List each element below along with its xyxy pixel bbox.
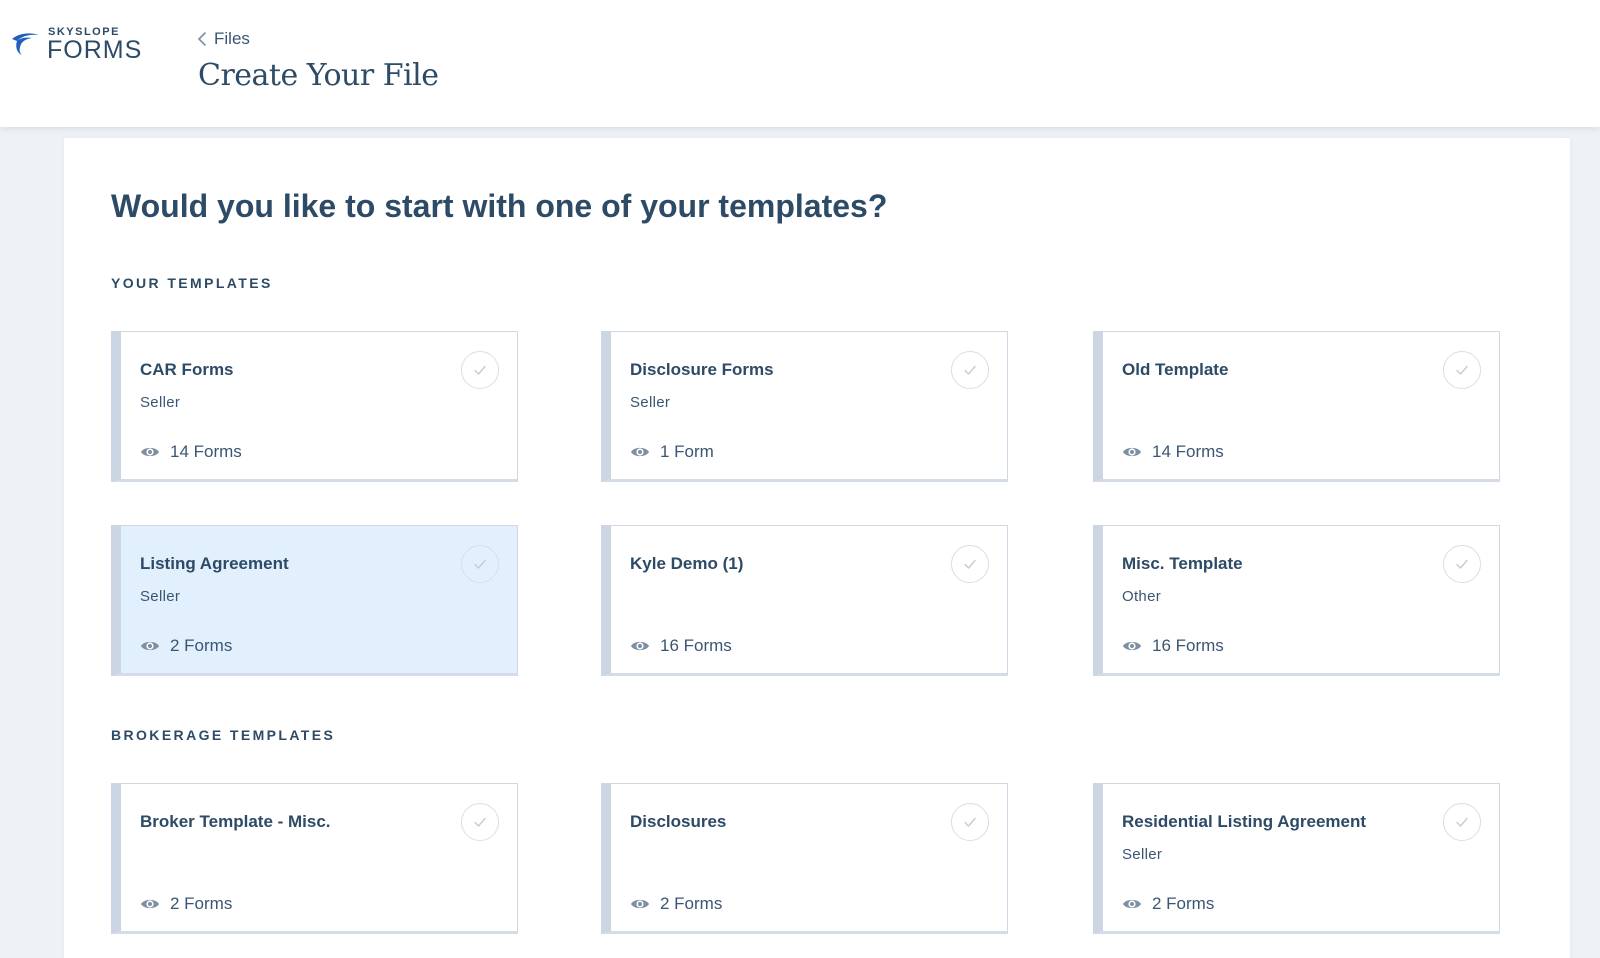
template-forms-preview[interactable]: 2 Forms (140, 636, 232, 656)
select-template-checkbox[interactable] (951, 803, 989, 841)
template-card[interactable]: Kyle Demo (1) 16 Forms (601, 525, 1008, 676)
template-title: Kyle Demo (1) (630, 554, 744, 573)
brokerage-templates-label: BROKERAGE TEMPLATES (111, 727, 336, 743)
template-card[interactable]: Listing Agreement Seller 2 Forms (111, 525, 518, 676)
template-forms-count: 16 Forms (1152, 636, 1224, 655)
template-forms-count: 14 Forms (170, 442, 242, 461)
eye-icon (141, 641, 159, 651)
template-forms-preview[interactable]: 14 Forms (140, 442, 242, 462)
select-template-checkbox[interactable] (1443, 351, 1481, 389)
check-icon (474, 817, 486, 827)
eye-icon (631, 899, 649, 909)
page-title: Create Your File (198, 58, 439, 93)
template-title: Disclosure Forms (630, 360, 774, 379)
template-title: Residential Listing Agreement (1122, 812, 1367, 831)
skyslope-logo-icon (12, 33, 39, 55)
template-card[interactable]: Broker Template - Misc. 2 Forms (111, 783, 518, 934)
eye-icon (631, 447, 649, 457)
templates-question: Would you like to start with one of your… (111, 188, 888, 224)
select-template-checkbox[interactable] (1443, 545, 1481, 583)
template-forms-preview[interactable]: 2 Forms (630, 894, 722, 914)
template-card[interactable]: CAR Forms Seller 14 Forms (111, 331, 518, 482)
template-subtitle: Seller (140, 394, 181, 411)
template-card[interactable]: Residential Listing Agreement Seller 2 For… (1093, 783, 1500, 934)
select-template-checkbox[interactable] (951, 351, 989, 389)
eye-icon (1123, 447, 1141, 457)
template-title: Misc. Template (1122, 554, 1243, 573)
template-title: Old Template (1122, 360, 1229, 379)
check-icon (474, 559, 486, 569)
eye-icon (631, 641, 649, 651)
template-forms-preview[interactable]: 14 Forms (1122, 442, 1224, 462)
check-icon (964, 817, 976, 827)
select-template-checkbox[interactable] (461, 351, 499, 389)
template-forms-count: 1 Form (660, 442, 714, 461)
check-icon (964, 365, 976, 375)
template-card[interactable]: Misc. Template Other 16 Forms (1093, 525, 1500, 676)
select-template-checkbox[interactable] (951, 545, 989, 583)
eye-icon (1123, 899, 1141, 909)
select-template-checkbox[interactable] (1443, 803, 1481, 841)
template-forms-count: 2 Forms (170, 636, 233, 655)
select-template-checkbox[interactable] (461, 545, 499, 583)
template-forms-count: 16 Forms (660, 636, 732, 655)
template-forms-preview[interactable]: 2 Forms (140, 894, 232, 914)
template-forms-count: 14 Forms (1152, 442, 1224, 461)
select-template-checkbox[interactable] (461, 803, 499, 841)
template-title: Broker Template - Misc. (140, 812, 331, 831)
app-header: SKYSLOPE FORMS Files Create Your File (0, 0, 1600, 127)
eye-icon (1123, 641, 1141, 651)
template-forms-preview[interactable]: 1 Form (630, 442, 714, 462)
brand-main-text: FORMS (47, 36, 143, 64)
back-to-files-link[interactable]: Files (196, 28, 250, 50)
check-icon (474, 365, 486, 375)
template-subtitle: Other (1122, 588, 1162, 605)
check-icon (964, 559, 976, 569)
template-forms-count: 2 Forms (1152, 894, 1215, 913)
templates-panel: Would you like to start with one of your… (64, 138, 1570, 958)
skyslope-forms-logo[interactable]: SKYSLOPE FORMS (10, 24, 150, 68)
template-subtitle: Seller (630, 394, 671, 411)
template-subtitle: Seller (140, 588, 181, 605)
eye-icon (141, 447, 159, 457)
template-forms-preview[interactable]: 16 Forms (1122, 636, 1224, 656)
template-forms-preview[interactable]: 16 Forms (630, 636, 732, 656)
check-icon (1456, 365, 1468, 375)
template-card[interactable]: Disclosure Forms Seller 1 Form (601, 331, 1008, 482)
eye-icon (141, 899, 159, 909)
template-forms-preview[interactable]: 2 Forms (1122, 894, 1214, 914)
template-subtitle: Seller (1122, 846, 1163, 863)
your-templates-label: YOUR TEMPLATES (111, 275, 273, 291)
check-icon (1456, 817, 1468, 827)
chevron-left-icon (198, 32, 206, 46)
check-icon (1456, 559, 1468, 569)
template-card[interactable]: Disclosures 2 Forms (601, 783, 1008, 934)
template-title: Disclosures (630, 812, 727, 831)
template-title: CAR Forms (140, 360, 234, 379)
template-title: Listing Agreement (140, 554, 289, 573)
back-label: Files (214, 29, 250, 48)
template-card[interactable]: Old Template 14 Forms (1093, 331, 1500, 482)
template-forms-count: 2 Forms (660, 894, 723, 913)
template-forms-count: 2 Forms (170, 894, 233, 913)
